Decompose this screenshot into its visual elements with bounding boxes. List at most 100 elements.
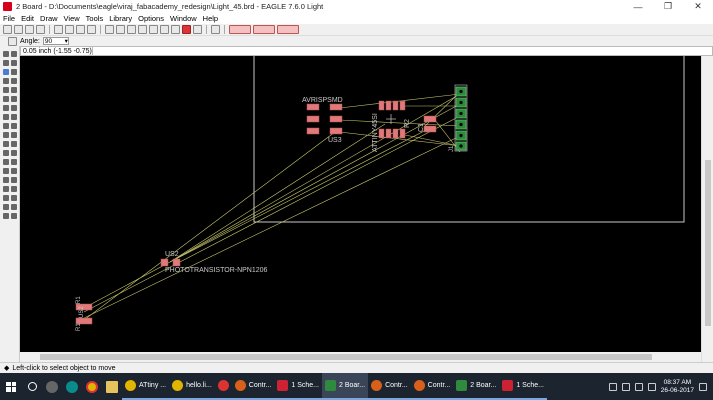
ratsnest-icon[interactable]	[3, 195, 9, 201]
via-icon[interactable]	[3, 186, 9, 192]
move-icon[interactable]	[3, 69, 9, 75]
taskbar-item-board-2[interactable]: 2 Boar...	[453, 373, 500, 400]
zoom-in-icon[interactable]	[116, 25, 125, 34]
redo-icon[interactable]	[171, 25, 180, 34]
hole-icon[interactable]	[11, 186, 17, 192]
board-canvas[interactable]: AVRISPSMD US3 ATTINY45SI C1 R2 J1 US2 PH…	[20, 56, 701, 362]
design-link-icon[interactable]	[229, 25, 251, 34]
layer-icon[interactable]	[8, 36, 17, 46]
menu-view[interactable]: View	[61, 14, 83, 23]
clock[interactable]: 08:37 AM 26-06-2017	[661, 379, 694, 395]
wire-icon[interactable]	[3, 159, 9, 165]
taskbar-item-schematic-1[interactable]: 1 Sche...	[274, 373, 323, 400]
chrome-icon[interactable]	[82, 373, 102, 400]
battery-icon[interactable]	[647, 382, 656, 391]
cam-icon[interactable]	[36, 25, 45, 34]
taskbar-item-attiny[interactable]: ATtiny ...	[122, 373, 170, 400]
menu-draw[interactable]: Draw	[37, 14, 61, 23]
angle-select[interactable]: 90 ▾	[42, 37, 69, 45]
script-icon[interactable]	[76, 25, 85, 34]
polygon-icon[interactable]	[11, 177, 17, 183]
smash-icon[interactable]	[11, 123, 17, 129]
maximize-button[interactable]: ❐	[653, 0, 683, 13]
vertical-scrollbar[interactable]	[701, 56, 713, 362]
route-icon[interactable]	[3, 150, 9, 156]
autorouter-icon[interactable]	[11, 195, 17, 201]
add-icon[interactable]	[3, 105, 9, 111]
taskbar-item-schematic-2[interactable]: 1 Sche...	[499, 373, 547, 400]
open-icon[interactable]	[3, 25, 12, 34]
start-button[interactable]	[0, 373, 22, 400]
optimize-icon[interactable]	[3, 141, 9, 147]
notification-icon[interactable]	[699, 382, 707, 391]
dimension-icon[interactable]	[11, 213, 17, 219]
delete-icon[interactable]	[11, 96, 17, 102]
minimize-button[interactable]: —	[623, 0, 653, 13]
attiny45-chip[interactable]	[378, 100, 406, 139]
connector-j1[interactable]	[454, 84, 468, 152]
horizontal-scrollbar[interactable]	[20, 352, 701, 362]
undo-icon[interactable]	[160, 25, 169, 34]
ripup-icon[interactable]	[11, 150, 17, 156]
menu-help[interactable]: Help	[200, 14, 221, 23]
taskbar-item-control-1[interactable]: Contr...	[231, 373, 275, 400]
errors-icon[interactable]	[3, 213, 9, 219]
board-drawing[interactable]: AVRISPSMD US3 ATTINY45SI C1 R2 J1 US2 PH…	[20, 56, 701, 362]
group-icon[interactable]	[3, 87, 9, 93]
schematic-icon[interactable]	[54, 25, 63, 34]
menu-file[interactable]: File	[0, 14, 18, 23]
stop-icon[interactable]	[182, 25, 191, 34]
taskbar-item-control-3[interactable]: Contr...	[410, 373, 454, 400]
erc-icon[interactable]	[3, 204, 9, 210]
volume-icon[interactable]	[634, 382, 643, 391]
paste-icon[interactable]	[3, 96, 9, 102]
pinned-app-icon[interactable]	[42, 373, 62, 400]
pcb-order-icon[interactable]	[277, 25, 299, 34]
replace-icon[interactable]	[11, 105, 17, 111]
miter-icon[interactable]	[3, 132, 9, 138]
help-icon[interactable]	[211, 25, 220, 34]
menu-window[interactable]: Window	[167, 14, 200, 23]
show-icon[interactable]	[11, 51, 17, 57]
phototransistor-us2[interactable]	[160, 258, 181, 267]
avrisp-header[interactable]	[306, 103, 343, 135]
display-icon[interactable]	[3, 60, 9, 66]
rotate-icon[interactable]	[11, 78, 17, 84]
command-line-input[interactable]	[93, 47, 712, 55]
text-icon[interactable]	[11, 159, 17, 165]
zoom-select-icon[interactable]	[149, 25, 158, 34]
taskbar-item-eagle[interactable]	[214, 373, 232, 400]
save-icon[interactable]	[14, 25, 23, 34]
drc-icon[interactable]	[11, 204, 17, 210]
board-icon[interactable]	[65, 25, 74, 34]
mark-icon[interactable]	[11, 60, 17, 66]
go-icon[interactable]	[193, 25, 202, 34]
search-icon[interactable]	[22, 373, 42, 400]
change-icon[interactable]	[11, 87, 17, 93]
menu-options[interactable]: Options	[135, 14, 167, 23]
circle-icon[interactable]	[3, 168, 9, 174]
mirror-icon[interactable]	[3, 78, 9, 84]
copy-icon[interactable]	[11, 69, 17, 75]
lock-icon[interactable]	[3, 114, 9, 120]
taskbar-item-hello[interactable]: hello.li...	[169, 373, 215, 400]
redraw-icon[interactable]	[138, 25, 147, 34]
chevron-up-icon[interactable]	[608, 382, 617, 391]
fusion-sync-icon[interactable]	[253, 25, 275, 34]
menu-edit[interactable]: Edit	[18, 14, 37, 23]
arc-icon[interactable]	[11, 168, 17, 174]
ulp-icon[interactable]	[87, 25, 96, 34]
file-explorer-icon[interactable]	[102, 373, 122, 400]
menu-tools[interactable]: Tools	[83, 14, 107, 23]
zoom-out-icon[interactable]	[127, 25, 136, 34]
taskbar-item-board-1[interactable]: 2 Boar...	[322, 373, 369, 400]
close-button[interactable]: ✕	[683, 0, 713, 13]
info-icon[interactable]	[3, 51, 9, 57]
zoom-fit-icon[interactable]	[105, 25, 114, 34]
menu-library[interactable]: Library	[106, 14, 135, 23]
rect-icon[interactable]	[3, 177, 9, 183]
print-icon[interactable]	[25, 25, 34, 34]
scroll-thumb[interactable]	[40, 354, 652, 360]
split-icon[interactable]	[11, 132, 17, 138]
scroll-thumb[interactable]	[705, 160, 711, 326]
